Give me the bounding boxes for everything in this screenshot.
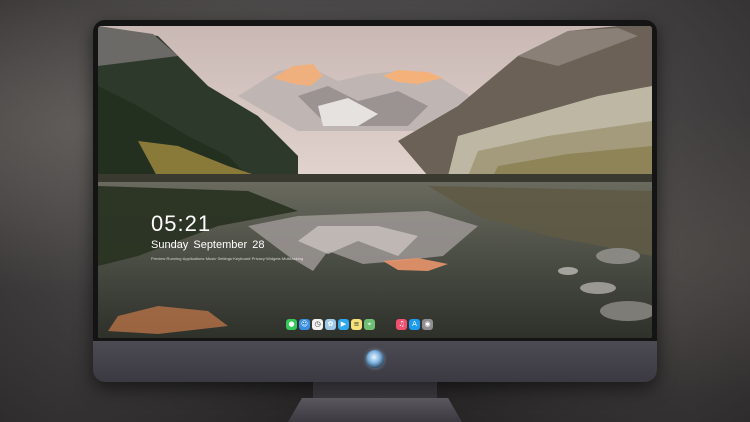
monitor-stand-base bbox=[288, 398, 462, 422]
app-store-icon[interactable]: A bbox=[409, 318, 420, 330]
clock-date: Sunday September 28 bbox=[151, 239, 265, 251]
wallpaper bbox=[98, 26, 652, 338]
finder-icon[interactable]: ☺ bbox=[299, 318, 310, 330]
maps-icon[interactable]: ⌖ bbox=[364, 318, 375, 330]
clock-time: 05:21 bbox=[151, 211, 212, 236]
brand-logo-icon bbox=[366, 350, 384, 368]
music-icon[interactable]: ♫ bbox=[396, 318, 407, 330]
desktop-screen[interactable]: 05:21 Sunday September 28 Preview·Runnin… bbox=[98, 26, 652, 338]
message-icon[interactable]: ● bbox=[286, 318, 297, 330]
lockscreen-hint: Preview·Running·Applications·Music·Setti… bbox=[151, 256, 304, 261]
clock-icon[interactable]: ◷ bbox=[312, 318, 323, 330]
lockscreen-widget: 05:21 Sunday September 28 Preview·Runnin… bbox=[151, 211, 304, 262]
notes-icon[interactable]: ≡ bbox=[351, 318, 362, 330]
dock: ● ☺ ◷ ✿ ▶ ≡ ⌖ ♫ A ◉ bbox=[286, 316, 462, 332]
photos-icon[interactable]: ✿ bbox=[325, 318, 336, 330]
camera-icon[interactable]: ◉ bbox=[422, 318, 433, 330]
clips-icon[interactable]: ▶ bbox=[338, 318, 349, 330]
